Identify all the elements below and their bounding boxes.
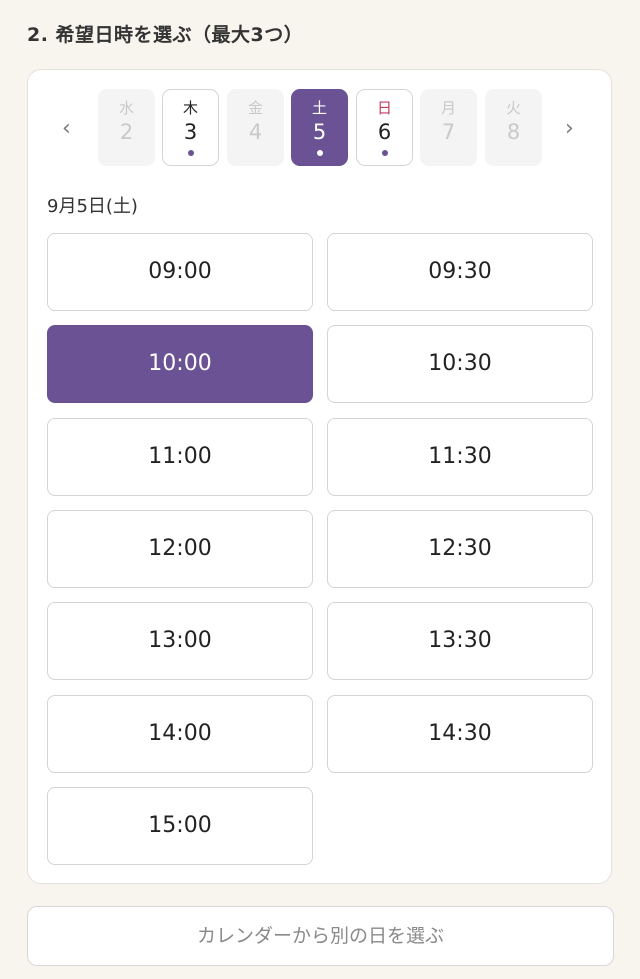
- time-slot-1230[interactable]: 12:30: [327, 510, 593, 588]
- time-slot-1300[interactable]: 13:00: [47, 602, 313, 680]
- time-slot-1430[interactable]: 14:30: [327, 695, 593, 773]
- time-slot-1130[interactable]: 11:30: [327, 418, 593, 496]
- day-button-4: 金 4: [227, 89, 284, 166]
- day-weekday: 木: [182, 99, 198, 117]
- day-weekday: 土: [311, 99, 327, 117]
- time-slot-0930[interactable]: 09:30: [327, 233, 593, 311]
- time-slot-1500[interactable]: 15:00: [47, 787, 313, 865]
- day-button-7: 月 7: [420, 89, 477, 166]
- day-weekday: 火: [505, 99, 521, 117]
- day-button-2: 水 2: [98, 89, 155, 166]
- time-slot-1200[interactable]: 12:00: [47, 510, 313, 588]
- day-number: 2: [119, 120, 134, 144]
- day-weekday: 水: [118, 99, 134, 117]
- prev-week-icon[interactable]: ‹: [62, 118, 71, 140]
- time-slot-1030[interactable]: 10:30: [327, 325, 593, 403]
- day-button-5[interactable]: 土 5: [291, 89, 348, 166]
- day-number: 4: [248, 120, 263, 144]
- choose-other-date-button[interactable]: カレンダーから別の日を選ぶ: [27, 906, 614, 966]
- day-number: 8: [506, 120, 521, 144]
- day-number: 5: [312, 120, 327, 144]
- day-button-3[interactable]: 木 3: [162, 89, 219, 166]
- section-title: 2. 希望日時を選ぶ（最大3つ）: [27, 24, 304, 46]
- time-slot-1330[interactable]: 13:30: [327, 602, 593, 680]
- availability-dot-icon: [316, 150, 323, 156]
- day-number: 7: [441, 120, 456, 144]
- time-slot-1400[interactable]: 14:00: [47, 695, 313, 773]
- time-slot-1100[interactable]: 11:00: [47, 418, 313, 496]
- availability-dot-icon: [381, 150, 388, 156]
- day-weekday: 月: [440, 99, 456, 117]
- day-number: 3: [183, 120, 198, 144]
- day-number: 6: [377, 120, 392, 144]
- time-slot-0900[interactable]: 09:00: [47, 233, 313, 311]
- availability-dot-icon: [187, 150, 194, 156]
- selected-date-label: 9月5日(土): [47, 196, 138, 217]
- day-weekday: 日: [376, 99, 392, 117]
- next-week-icon[interactable]: ›: [565, 118, 574, 140]
- time-slot-1000[interactable]: 10:00: [47, 325, 313, 403]
- day-button-8: 火 8: [485, 89, 542, 166]
- day-button-6[interactable]: 日 6: [356, 89, 413, 166]
- day-weekday: 金: [247, 99, 263, 117]
